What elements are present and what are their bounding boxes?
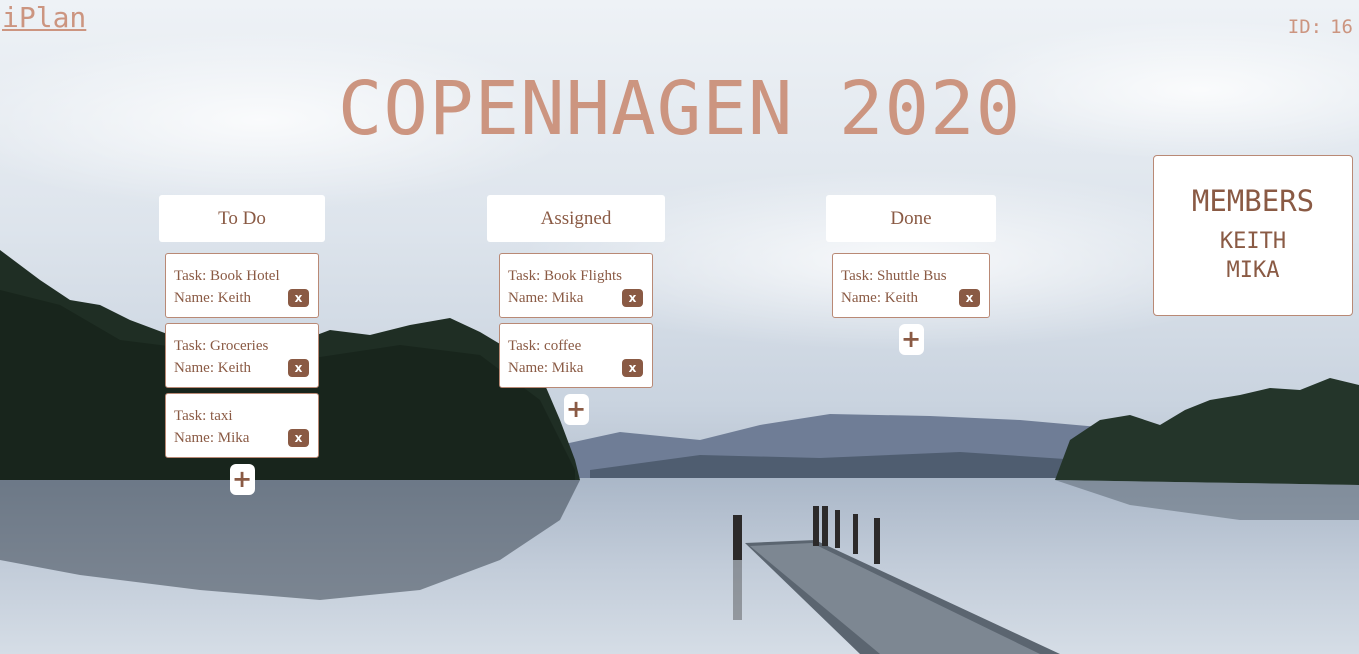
column-assigned: Assigned Task: Book Flights Name: Mika x… — [487, 195, 665, 425]
close-icon: x — [294, 361, 303, 375]
page-title: COPENHAGEN 2020 — [337, 66, 1022, 152]
task-card[interactable]: Task: Shuttle Bus Name: Keith x — [832, 253, 990, 318]
delete-task-button[interactable]: x — [622, 359, 643, 377]
task-line: Task: Groceries — [174, 338, 269, 354]
task-card[interactable]: Task: Groceries Name: Keith x — [165, 323, 319, 388]
plus-icon: + — [565, 395, 587, 423]
plus-icon: + — [231, 465, 253, 493]
board-id-value: 16 — [1330, 16, 1353, 38]
task-text: Shuttle Bus — [877, 268, 947, 284]
task-text: coffee — [544, 338, 582, 354]
task-card[interactable]: Task: coffee Name: Mika x — [499, 323, 653, 388]
task-text: Book Flights — [544, 268, 622, 284]
brand-logo-link[interactable]: iPlan — [2, 0, 86, 36]
members-title: MEMBERS — [1191, 184, 1315, 218]
assignee-text: Keith — [217, 290, 252, 306]
task-card[interactable]: Task: Book Hotel Name: Keith x — [165, 253, 319, 318]
column-header-assigned: Assigned — [487, 195, 665, 242]
task-card[interactable]: Task: Book Flights Name: Mika x — [499, 253, 653, 318]
column-title: Done — [890, 207, 932, 229]
delete-task-button[interactable]: x — [959, 289, 980, 307]
column-done: Done Task: Shuttle Bus Name: Keith x + — [826, 195, 996, 355]
close-icon: x — [294, 291, 303, 305]
task-text: taxi — [210, 408, 233, 424]
delete-task-button[interactable]: x — [288, 429, 309, 447]
close-icon: x — [294, 431, 303, 445]
column-header-done: Done — [826, 195, 996, 242]
assignee-text: Keith — [884, 290, 919, 306]
delete-task-button[interactable]: x — [288, 359, 309, 377]
task-line: Task: taxi — [174, 408, 233, 424]
members-list: KEITH MIKA — [1154, 227, 1352, 285]
column-title: Assigned — [540, 207, 612, 229]
column-header-todo: To Do — [159, 195, 325, 242]
assignee-text: Mika — [217, 430, 250, 446]
member-item: KEITH — [1219, 229, 1287, 254]
column-todo: To Do Task: Book Hotel Name: Keith x Tas… — [159, 195, 325, 495]
delete-task-button[interactable]: x — [288, 289, 309, 307]
close-icon: x — [628, 291, 637, 305]
task-text: Book Hotel — [210, 268, 280, 284]
task-line: Task: Book Flights — [508, 268, 622, 284]
task-card[interactable]: Task: taxi Name: Mika x — [165, 393, 319, 458]
task-text: Groceries — [210, 338, 269, 354]
plus-icon: + — [900, 325, 922, 353]
members-panel: MEMBERS KEITH MIKA — [1153, 155, 1353, 316]
task-line: Task: coffee — [508, 338, 582, 354]
assignee-text: Mika — [551, 360, 584, 376]
add-task-button[interactable]: + — [229, 464, 255, 495]
board-id: ID: 16 — [1288, 16, 1353, 38]
close-icon: x — [628, 361, 637, 375]
assignee-text: Keith — [217, 360, 252, 376]
add-task-button[interactable]: + — [898, 324, 924, 355]
task-line: Task: Shuttle Bus — [841, 268, 947, 284]
close-icon: x — [965, 291, 974, 305]
delete-task-button[interactable]: x — [622, 289, 643, 307]
task-line: Task: Book Hotel — [174, 268, 280, 284]
add-task-button[interactable]: + — [563, 394, 589, 425]
assignee-text: Mika — [551, 290, 584, 306]
column-title: To Do — [218, 207, 266, 229]
member-item: MIKA — [1226, 258, 1280, 283]
board-id-label: ID: — [1287, 16, 1323, 38]
